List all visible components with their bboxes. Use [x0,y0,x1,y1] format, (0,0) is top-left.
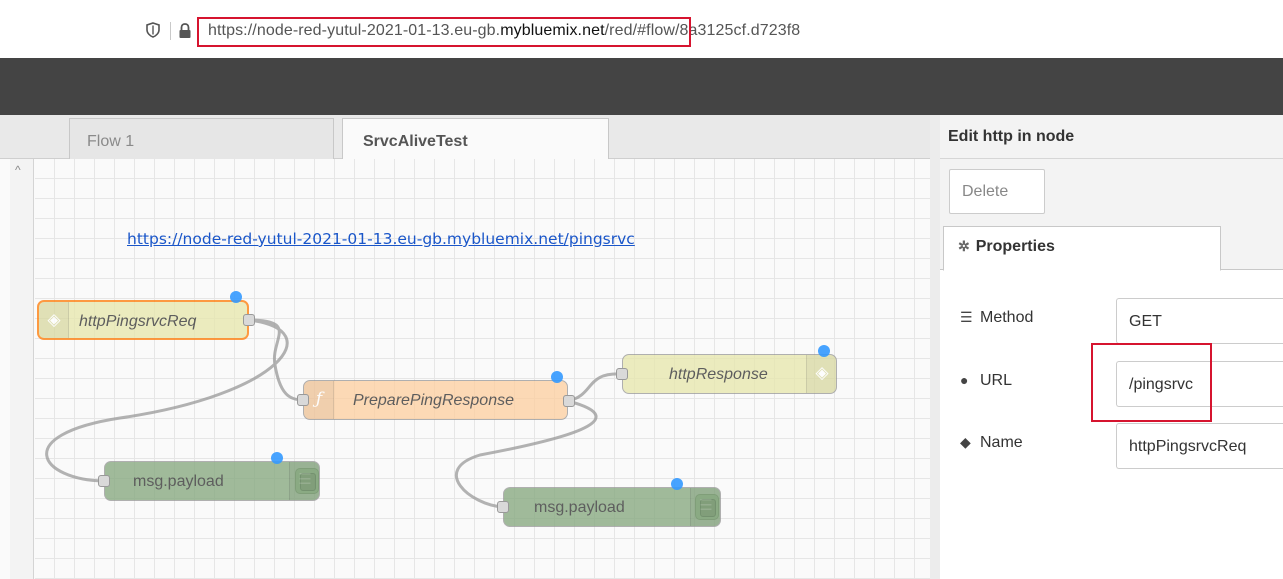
http-in-icon-area: ◈ [39,302,69,338]
tab-properties[interactable]: ✲ Properties [943,226,1221,271]
node-http-response[interactable]: httpResponse ◈ [622,354,837,394]
globe-icon: ◈ [47,310,61,329]
changed-dot [818,345,830,357]
url-label: ● URL [960,372,1012,390]
panel-tabs: ✲ Properties [940,222,1283,271]
node-http-response-label: httpResponse [669,366,768,383]
url-label-text: URL [980,372,1013,389]
panel-button-bar: Delete [940,159,1283,222]
gear-icon: ✲ [958,238,970,254]
node-http-in[interactable]: ◈ httpPingsrvcReq [37,300,249,340]
url-highlight-box [1091,343,1212,422]
node-http-in-label: httpPingsrvcReq [79,313,197,330]
node-function-label: PreparePingResponse [353,392,514,409]
changed-dot [230,291,242,303]
output-port[interactable] [563,395,575,407]
node-red-header [0,58,1283,115]
name-label-text: Name [980,434,1023,451]
flow-workspace: Flow 1 SrvcAliveTest ^ [0,115,930,579]
tag-icon: ◆ [960,434,971,450]
globe-icon: ◈ [815,363,829,382]
workspace-scroll-column[interactable]: ^ [10,159,34,579]
panel-title: Edit http in node [940,115,1283,159]
input-port[interactable] [616,368,628,380]
input-port[interactable] [497,501,509,513]
browser-address-bar: https://node-red-yutul-2021-01-13.eu-gb.… [0,0,1283,58]
name-label: ◆ Name [960,434,1023,452]
chevron-up-icon[interactable]: ^ [15,163,21,177]
node-function[interactable]: ƒ PreparePingResponse [303,380,568,420]
http-response-icon-area: ◈ [806,355,836,393]
flow-tab-bar: Flow 1 SrvcAliveTest [0,115,930,161]
node-debug-2[interactable]: msg.payload ☰ [503,487,721,527]
list-icon: ☰ [960,309,973,325]
debug-toggle-button[interactable] [695,494,719,520]
input-port[interactable] [98,475,110,487]
name-row: ◆ Name httpPingsrvcReq [940,423,1283,469]
tab-properties-label: Properties [975,238,1055,255]
method-select[interactable]: GET [1116,298,1283,344]
shield-icon[interactable] [146,22,160,38]
output-port[interactable] [243,314,255,326]
screenshot-root: https://node-red-yutul-2021-01-13.eu-gb.… [0,0,1283,579]
method-row: ☰ Method GET [940,298,1283,344]
address-separator [170,22,171,40]
url-highlight-box [197,17,691,47]
node-debug-2-label: msg.payload [534,499,625,516]
method-label-text: Method [980,309,1034,326]
input-port[interactable] [297,394,309,406]
lock-icon[interactable] [178,23,192,39]
name-input[interactable]: httpPingsrvcReq [1116,423,1283,469]
changed-dot [551,371,563,383]
tab-srvcalivetest[interactable]: SrvcAliveTest [342,118,609,161]
annotation-link[interactable]: https://node-red-yutul-2021-01-13.eu-gb.… [127,230,635,248]
node-debug-1-label: msg.payload [133,473,224,490]
node-debug-1[interactable]: msg.payload ☰ [104,461,320,501]
debug-toggle-button[interactable] [295,468,319,494]
changed-dot [671,478,683,490]
globe-icon: ● [960,372,969,388]
tab-flow-1[interactable]: Flow 1 [69,118,334,160]
delete-button[interactable]: Delete [949,169,1045,214]
changed-dot [271,452,283,464]
method-label: ☰ Method [960,309,1033,327]
